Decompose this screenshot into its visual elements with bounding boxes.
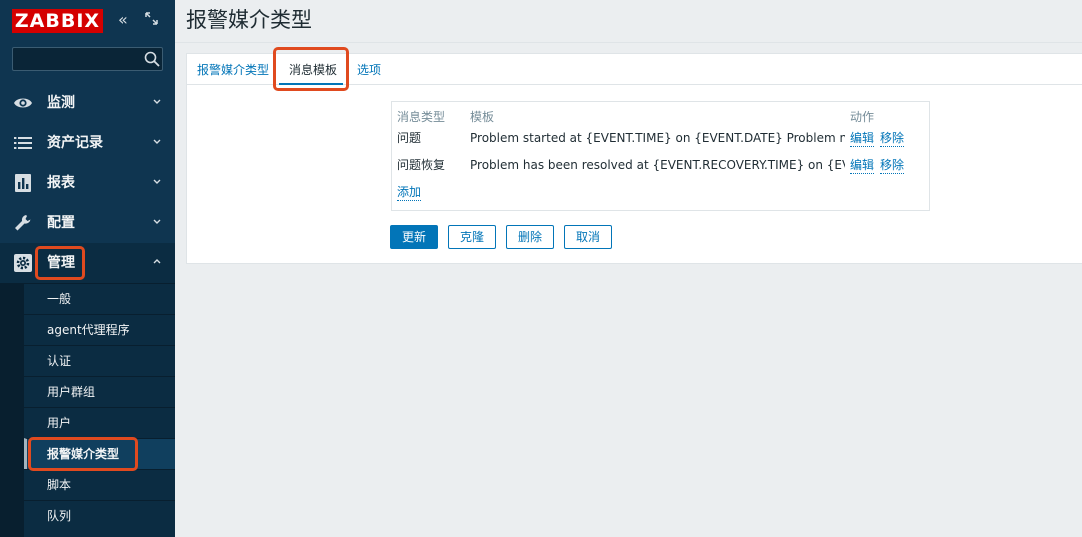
tab-media-type[interactable]: 报警媒介类型: [197, 62, 269, 78]
remove-link[interactable]: 移除: [880, 157, 905, 174]
gear-icon: [14, 254, 32, 272]
header-divider: [175, 42, 1082, 43]
add-template-link[interactable]: 添加: [397, 184, 422, 201]
administration-submenu: 一般 agent代理程序 认证 用户群组 用户 报警媒介类型 脚本 队列: [0, 283, 175, 537]
menu-label: 资产记录: [47, 135, 103, 151]
bar-chart-icon: [15, 174, 31, 192]
submenu-label: 脚本: [47, 478, 72, 492]
media-type-form-panel: 报警媒介类型 消息模板 选项 消息类型 模板 动作 问题 Problem sta…: [186, 53, 1082, 264]
delete-button[interactable]: 删除: [506, 225, 554, 249]
chevron-down-icon: [153, 219, 161, 224]
submenu-item-media-types[interactable]: 报警媒介类型: [24, 438, 175, 469]
column-header-template: 模板: [470, 110, 495, 124]
menu-label: 报表: [47, 175, 75, 191]
wrench-icon: [15, 215, 31, 231]
submenu-rail: [0, 283, 24, 537]
submenu-item-general[interactable]: 一般: [24, 283, 175, 314]
submenu-label: 队列: [47, 509, 72, 523]
menu-administration[interactable]: 管理: [0, 243, 175, 283]
column-header-type: 消息类型: [397, 110, 446, 124]
submenu-item-proxies[interactable]: agent代理程序: [24, 314, 175, 345]
search-box: [12, 47, 163, 71]
page-title: 报警媒介类型: [186, 8, 312, 32]
search-icon[interactable]: [144, 51, 160, 67]
menu-label: 监测: [47, 95, 75, 111]
chevron-down-icon: [153, 99, 161, 104]
submenu-label: agent代理程序: [47, 323, 130, 337]
menu-monitoring[interactable]: 监测: [0, 83, 175, 123]
row-type: 问题恢复: [397, 158, 446, 172]
tab-options[interactable]: 选项: [357, 62, 381, 78]
zabbix-logo[interactable]: ZABBIX: [12, 9, 103, 33]
submenu-label: 用户群组: [47, 385, 96, 399]
row-template-preview: Problem started at {EVENT.TIME} on {EVEN…: [470, 131, 845, 145]
row-template-preview: Problem has been resolved at {EVENT.RECO…: [470, 158, 845, 172]
menu-label: 配置: [47, 215, 75, 231]
collapse-sidebar-icon[interactable]: «: [118, 11, 128, 29]
menu-label: 管理: [47, 255, 75, 271]
submenu-item-authentication[interactable]: 认证: [24, 345, 175, 376]
active-tab-indicator: [279, 83, 343, 85]
tab-message-templates[interactable]: 消息模板: [289, 62, 337, 78]
kiosk-mode-icon[interactable]: [145, 12, 158, 25]
edit-link[interactable]: 编辑: [850, 157, 875, 174]
chevron-up-icon: [153, 259, 161, 264]
menu-configuration[interactable]: 配置: [0, 203, 175, 243]
chevron-down-icon: [153, 179, 161, 184]
message-templates-table: 消息类型 模板 动作 问题 Problem started at {EVENT.…: [391, 101, 930, 211]
submenu-item-users[interactable]: 用户: [24, 407, 175, 438]
search-input[interactable]: [13, 48, 141, 70]
remove-link[interactable]: 移除: [880, 130, 905, 147]
menu-reports[interactable]: 报表: [0, 163, 175, 203]
eye-icon: [14, 98, 32, 108]
edit-link[interactable]: 编辑: [850, 130, 875, 147]
clone-button[interactable]: 克隆: [448, 225, 496, 249]
menu-inventory[interactable]: 资产记录: [0, 123, 175, 163]
list-icon: [14, 137, 32, 149]
update-button[interactable]: 更新: [390, 225, 438, 249]
sidebar: ZABBIX « 监测 资产记录 报表 配置 管理 一般 agent代理程序 认…: [0, 0, 175, 537]
submenu-item-queue[interactable]: 队列: [24, 500, 175, 531]
submenu-item-scripts[interactable]: 脚本: [24, 469, 175, 500]
submenu-label: 报警媒介类型: [47, 447, 120, 461]
submenu-label: 用户: [47, 416, 72, 430]
chevron-down-icon: [153, 139, 161, 144]
column-header-action: 动作: [850, 110, 875, 124]
submenu-label: 一般: [47, 292, 72, 306]
row-type: 问题: [397, 131, 422, 145]
submenu-item-user-groups[interactable]: 用户群组: [24, 376, 175, 407]
submenu-label: 认证: [47, 354, 72, 368]
cancel-button[interactable]: 取消: [564, 225, 612, 249]
